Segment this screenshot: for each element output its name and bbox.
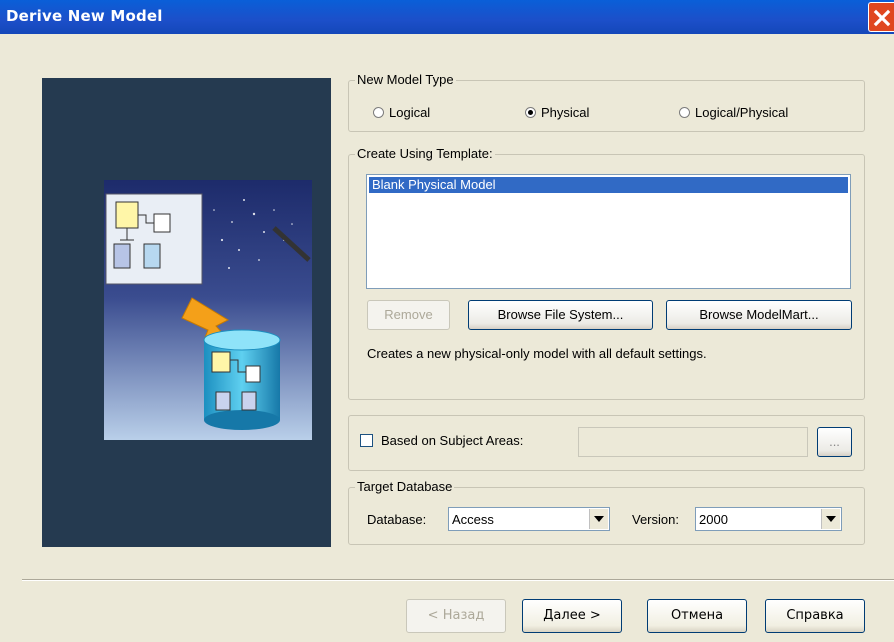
radio-logical-physical-circle[interactable] bbox=[679, 107, 690, 118]
new-model-type-legend: New Model Type bbox=[355, 72, 456, 87]
back-button[interactable]: < Назад bbox=[406, 599, 506, 633]
template-listbox[interactable]: Blank Physical Model bbox=[366, 174, 851, 289]
target-database-legend: Target Database bbox=[355, 479, 455, 494]
database-select-value: Access bbox=[452, 512, 494, 527]
based-on-subject-areas-label: Based on Subject Areas: bbox=[381, 433, 524, 448]
version-label: Version: bbox=[632, 512, 679, 527]
subject-areas-field bbox=[578, 427, 808, 457]
next-button[interactable]: Далее > bbox=[522, 599, 622, 633]
radio-physical[interactable]: Physical bbox=[525, 105, 589, 120]
based-on-subject-areas-checkbox[interactable] bbox=[360, 434, 373, 447]
version-select[interactable]: 2000 bbox=[695, 507, 842, 531]
title-bar: Derive New Model bbox=[0, 0, 894, 34]
subject-areas-browse-button[interactable]: ... bbox=[817, 427, 852, 457]
radio-logical-physical-label: Logical/Physical bbox=[695, 105, 789, 120]
browse-file-system-button[interactable]: Browse File System... bbox=[468, 300, 653, 330]
new-model-type-group: New Model Type Logical Physical Logical/… bbox=[348, 72, 865, 132]
close-icon bbox=[873, 9, 891, 27]
template-item-selected[interactable]: Blank Physical Model bbox=[369, 177, 848, 193]
create-using-template-legend: Create Using Template: bbox=[355, 146, 495, 161]
radio-logical-circle[interactable] bbox=[373, 107, 384, 118]
radio-logical[interactable]: Logical bbox=[373, 105, 430, 120]
version-dropdown-arrow-icon[interactable] bbox=[821, 509, 840, 529]
database-label: Database: bbox=[367, 512, 427, 527]
version-select-value: 2000 bbox=[699, 512, 728, 527]
database-select[interactable]: Access bbox=[448, 507, 610, 531]
window-title: Derive New Model bbox=[6, 7, 163, 25]
template-description: Creates a new physical-only model with a… bbox=[367, 346, 707, 361]
cancel-button[interactable]: Отмена bbox=[647, 599, 747, 633]
footer-separator bbox=[22, 579, 894, 581]
remove-button[interactable]: Remove bbox=[367, 300, 450, 330]
help-button[interactable]: Справка bbox=[765, 599, 865, 633]
close-button[interactable] bbox=[868, 2, 894, 32]
database-dropdown-arrow-icon[interactable] bbox=[589, 509, 608, 529]
radio-physical-circle[interactable] bbox=[525, 107, 536, 118]
radio-logical-physical[interactable]: Logical/Physical bbox=[679, 105, 788, 120]
model-wizard-illustration bbox=[104, 180, 312, 440]
radio-physical-label: Physical bbox=[541, 105, 590, 120]
browse-modelmart-button[interactable]: Browse ModelMart... bbox=[666, 300, 852, 330]
radio-logical-label: Logical bbox=[389, 105, 431, 120]
wizard-illustration-panel bbox=[42, 78, 331, 547]
